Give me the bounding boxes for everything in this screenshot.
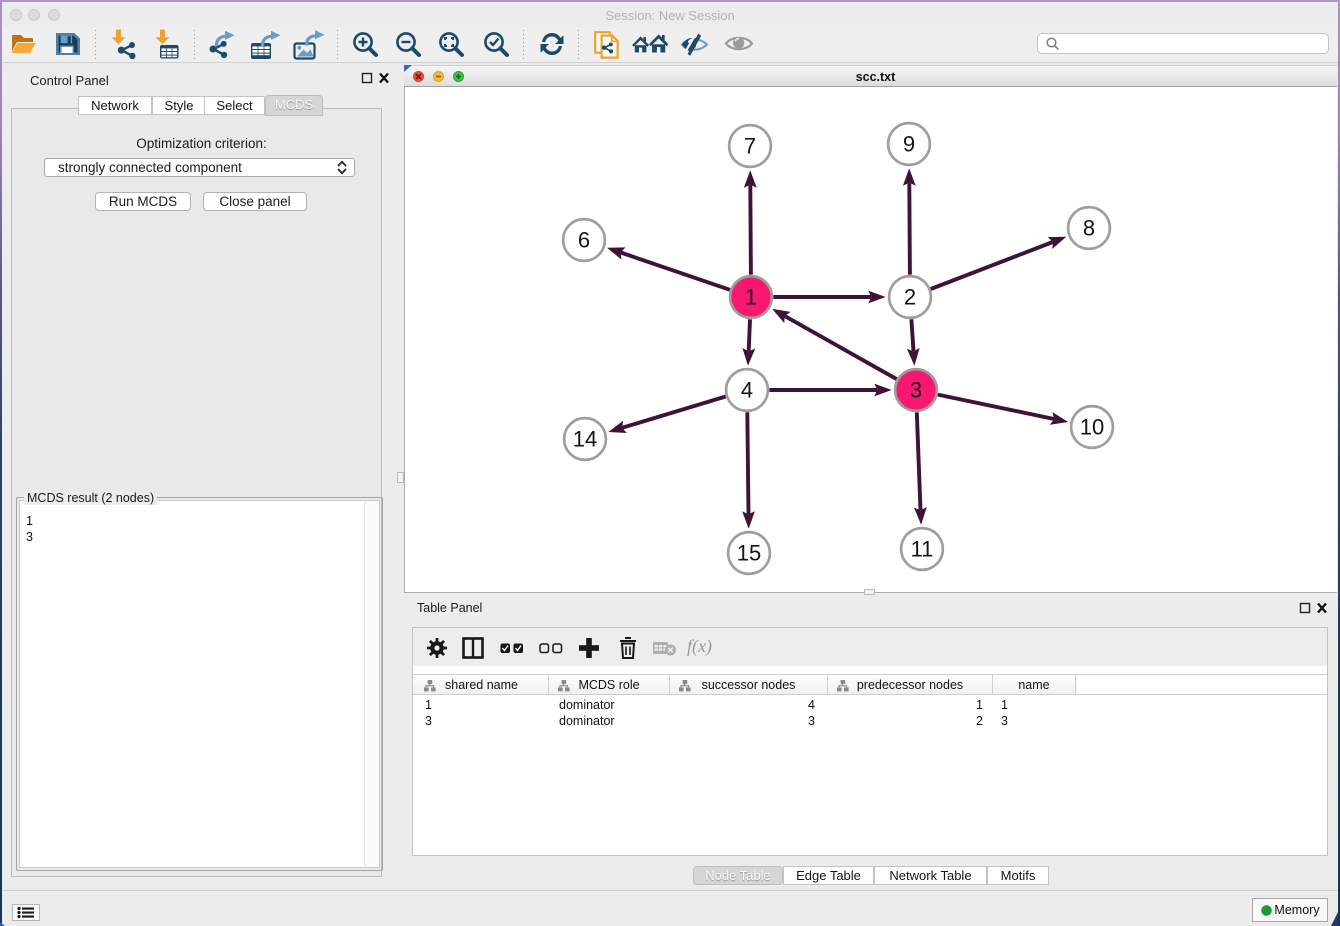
svg-text:14: 14	[573, 427, 597, 452]
svg-text:8: 8	[1083, 216, 1095, 241]
svg-text:10: 10	[1080, 415, 1104, 440]
svg-text:11: 11	[911, 537, 934, 562]
svg-text:4: 4	[741, 378, 753, 403]
svg-text:1: 1	[745, 285, 757, 310]
svg-text:2: 2	[904, 285, 916, 310]
svg-text:7: 7	[744, 134, 756, 159]
svg-text:15: 15	[737, 541, 761, 566]
svg-text:6: 6	[578, 228, 590, 253]
svg-text:3: 3	[910, 378, 922, 403]
svg-text:9: 9	[903, 132, 915, 157]
